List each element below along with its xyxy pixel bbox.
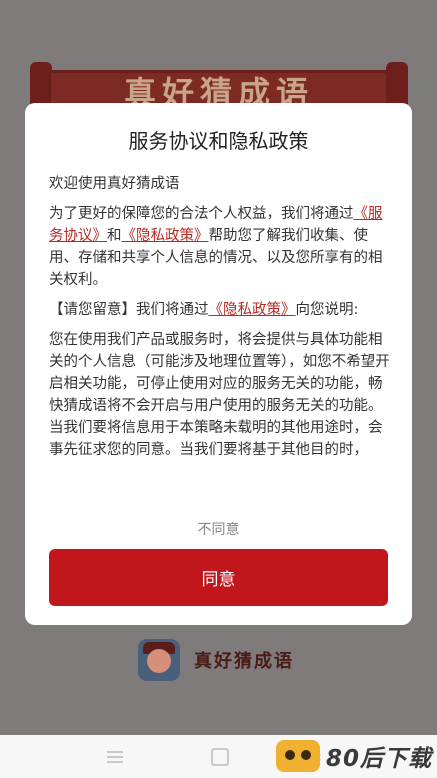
and-text: 和 [107,228,122,244]
app-brand: 真好猜成语 [138,636,294,684]
notice-text-a: 【请您留意】我们将通过 [49,302,209,318]
dialog-content-scroll[interactable]: 欢迎使用真好猜成语 为了更好的保障您的合法个人权益，我们将通过《服务协议》和《隐… [49,173,392,611]
home-icon[interactable] [211,748,229,766]
privacy-policy-link-2[interactable]: 《隐私政策》 [209,302,296,318]
notice-text-b: 向您说明: [295,302,359,318]
watermark-text: 80后下载 [326,746,433,772]
app-name: 真好猜成语 [194,651,294,672]
intro-text-a: 为了更好的保障您的合法个人权益，我们将通过 [49,206,354,222]
privacy-policy-link[interactable]: 《隐私政策》 [122,228,209,244]
privacy-dialog: 服务协议和隐私政策 欢迎使用真好猜成语 为了更好的保障您的合法个人权益，我们将通… [25,103,412,625]
menu-icon[interactable] [107,748,123,764]
intro-paragraph: 为了更好的保障您的合法个人权益，我们将通过《服务协议》和《隐私政策》帮助您了解我… [49,203,392,291]
watermark: 80后下载 [276,739,432,773]
agree-button[interactable]: 同意 [49,549,388,606]
app-logo-icon [138,639,180,681]
greeting-text: 欢迎使用真好猜成语 [49,176,180,192]
watermark-logo-icon [276,740,320,772]
notice-paragraph: 【请您留意】我们将通过《隐私政策》向您说明: [49,299,392,321]
dialog-title: 服务协议和隐私政策 [128,129,309,153]
detail-paragraph: 您在使用我们产品或服务时，将会提供与具体功能相关的个人信息（可能涉及地理位置等）… [49,332,390,458]
disagree-button[interactable]: 不同意 [25,519,412,539]
